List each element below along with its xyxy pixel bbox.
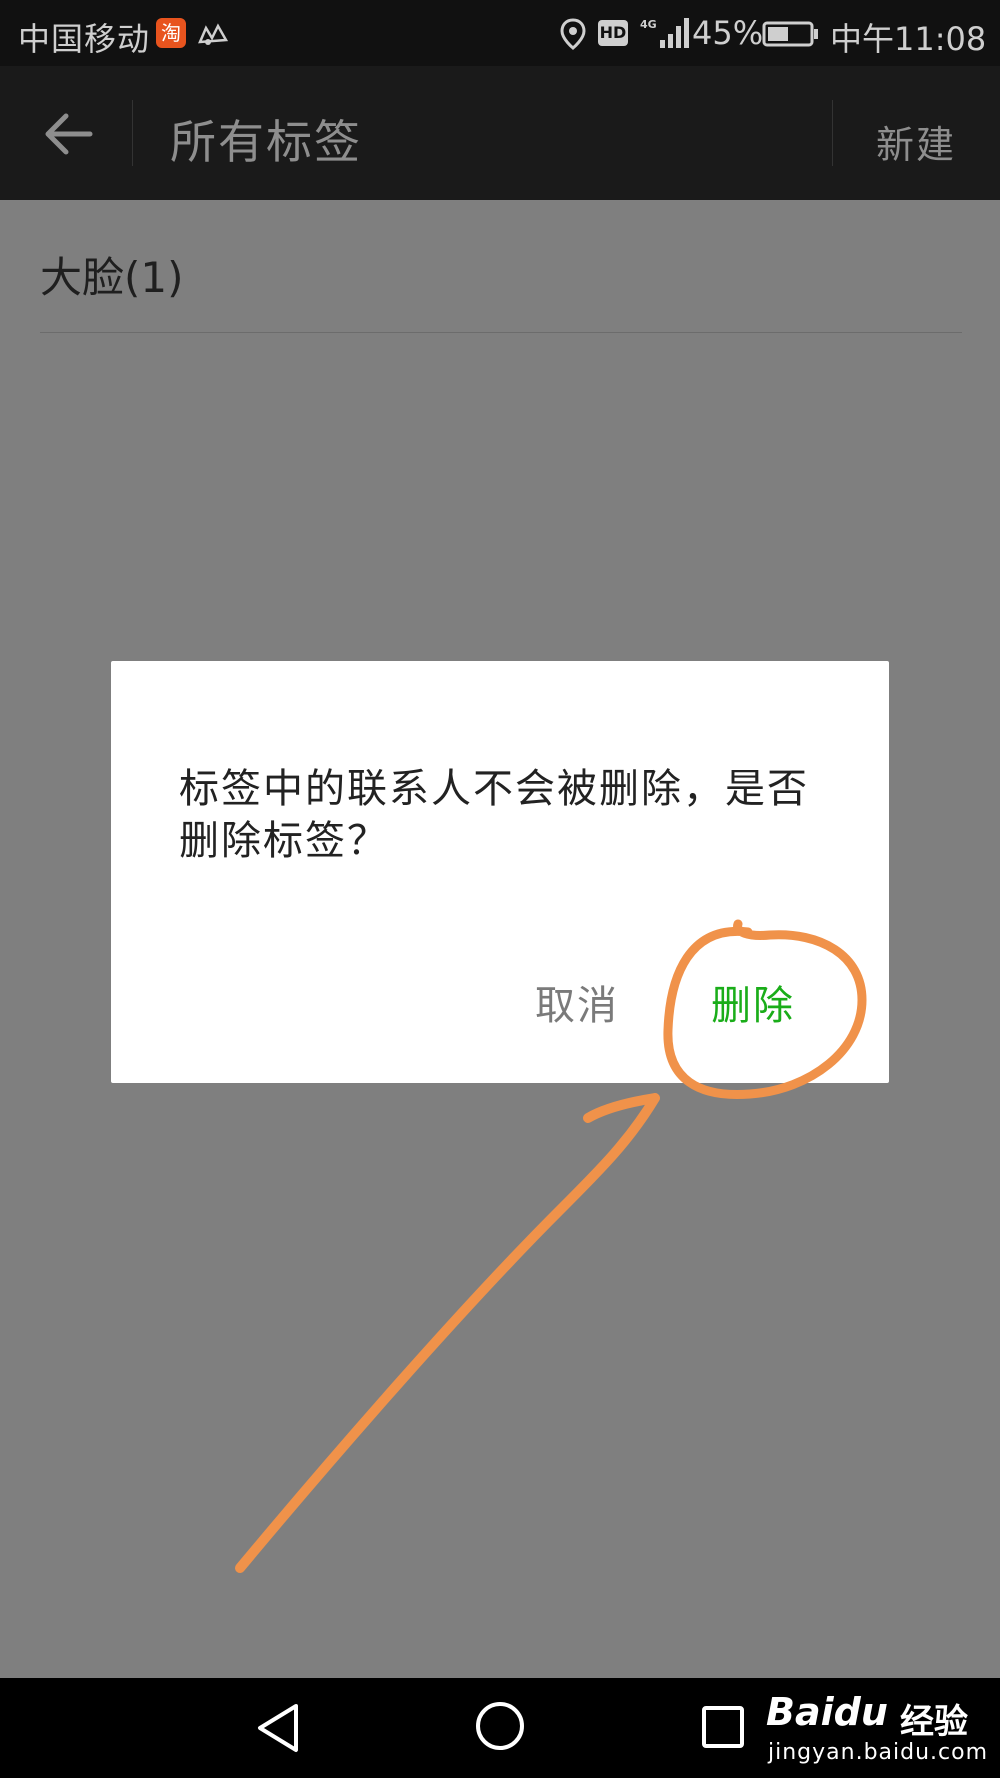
nav-home-icon[interactable] [474,1700,526,1752]
toolbar-divider [832,100,833,166]
clock: 中午11:08 [830,20,987,58]
watermark-brand-cn: 经验 [900,1702,968,1742]
back-arrow-icon[interactable] [40,106,96,162]
nav-back-icon[interactable] [254,1700,304,1756]
location-icon [560,18,586,50]
baidu-watermark: Baidu 经验 jingyan.baidu.com [766,1682,996,1774]
delete-button[interactable]: 删除 [711,973,795,1031]
toolbar-divider [132,100,133,166]
nav-recent-apps-icon[interactable] [700,1704,746,1750]
hd-voice-icon: HD [598,20,628,46]
new-tag-button[interactable]: 新建 [876,114,956,169]
battery-icon [762,21,818,47]
watermark-url: jingyan.baidu.com [768,1740,989,1765]
battery-percent: 45% [692,14,764,52]
dialog-message: 标签中的联系人不会被删除，是否删除标签？ [179,766,809,864]
watermark-brand: Baidu [766,1690,888,1734]
cancel-button[interactable]: 取消 [535,973,619,1031]
system-nav-bar: Baidu 经验 jingyan.baidu.com [0,1678,1000,1778]
list-divider [40,332,962,333]
status-bar: 中国移动 淘 HD 4G 45% 中午11:08 [0,0,1000,66]
carrier-name: 中国移动 [18,20,151,58]
delete-tag-dialog: 标签中的联系人不会被删除，是否删除标签？ 取消 删除 [111,661,889,1083]
notification-app-icon [198,23,229,45]
network-type: 4G [640,18,657,31]
signal-strength-icon: 4G [640,18,689,48]
page-title: 所有标签 [170,115,362,169]
tag-list-item[interactable]: 大脸(1) [40,244,184,305]
top-toolbar: 所有标签 新建 [0,66,1000,200]
taobao-app-icon: 淘 [156,18,186,48]
